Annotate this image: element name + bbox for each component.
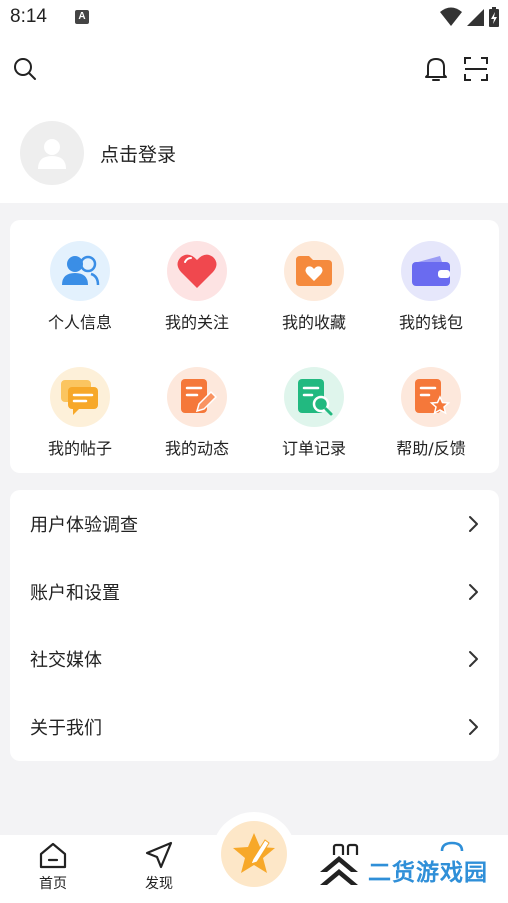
chevron-right-icon — [469, 650, 478, 667]
home-icon — [39, 842, 67, 869]
grid-item-profile-info[interactable]: 个人信息 — [20, 241, 140, 341]
center-publish-button[interactable] — [212, 812, 296, 896]
watermark-logo-icon — [320, 856, 358, 885]
wifi-icon — [440, 7, 462, 26]
notification-icon: A — [74, 10, 89, 24]
nav-home[interactable]: 首页 — [13, 841, 93, 893]
watermark-text: 二货游戏园 — [368, 860, 488, 886]
default-avatar-icon — [38, 139, 66, 169]
navigation-arrow-icon — [145, 841, 173, 869]
avatar[interactable] — [20, 121, 84, 185]
list-item-social-media[interactable]: 社交媒体 — [10, 625, 499, 692]
grid-item-activity[interactable]: 我的动态 — [137, 367, 257, 467]
edit-doc-icon — [167, 367, 227, 427]
nav-label-discover: 发现 — [145, 876, 173, 892]
search-icon[interactable] — [10, 54, 40, 84]
nav-discover[interactable]: 发现 — [119, 841, 199, 893]
chevron-right-icon — [469, 515, 478, 532]
list-label: 账户和设置 — [30, 582, 120, 604]
feature-grid: 个人信息 我的关注 我的收藏 我的钱包 我的帖子 我的动态 订单记录 帮助/反馈 — [10, 220, 499, 473]
bell-icon[interactable] — [421, 54, 451, 84]
status-bar: 8:14 A — [0, 0, 508, 34]
star-pen-icon — [221, 821, 287, 887]
battery-icon — [489, 7, 499, 27]
doc-star-icon — [401, 367, 461, 427]
watermark: 二货游戏园 — [316, 852, 488, 888]
nav-label-home: 首页 — [39, 876, 67, 892]
signal-icon — [467, 9, 484, 26]
grid-label: 我的关注 — [164, 313, 229, 332]
list-item-about-us[interactable]: 关于我们 — [10, 693, 499, 760]
grid-item-wallet[interactable]: 我的钱包 — [371, 241, 491, 341]
doc-search-icon — [284, 367, 344, 427]
settings-list: 用户体验调查 账户和设置 社交媒体 关于我们 — [10, 490, 499, 761]
grid-item-favorites[interactable]: 我的收藏 — [254, 241, 374, 341]
wallet-icon — [401, 241, 461, 301]
grid-item-help-feedback[interactable]: 帮助/反馈 — [371, 367, 491, 467]
chevron-right-icon — [469, 583, 478, 600]
status-time: 8:14 — [10, 6, 47, 27]
folder-heart-icon — [284, 241, 344, 301]
chevron-right-icon — [469, 718, 478, 735]
grid-label: 订单记录 — [281, 439, 346, 458]
grid-item-posts[interactable]: 我的帖子 — [20, 367, 140, 467]
heart-icon — [167, 241, 227, 301]
grid-label: 个人信息 — [47, 313, 112, 332]
grid-item-following[interactable]: 我的关注 — [137, 241, 257, 341]
grid-label: 帮助/反馈 — [396, 439, 466, 458]
grid-label: 我的钱包 — [398, 313, 463, 332]
profile-tab-icon[interactable] — [438, 841, 466, 851]
grid-item-orders[interactable]: 订单记录 — [254, 367, 374, 467]
user-group-icon — [50, 241, 110, 301]
login-link[interactable]: 点击登录 — [100, 140, 176, 167]
grid-label: 我的动态 — [164, 439, 229, 458]
list-label: 用户体验调查 — [30, 514, 138, 536]
list-item-user-survey[interactable]: 用户体验调查 — [10, 490, 499, 557]
list-label: 关于我们 — [30, 717, 102, 739]
status-indicators — [440, 6, 500, 28]
login-area[interactable]: 点击登录 — [20, 121, 176, 185]
top-toolbar — [0, 50, 508, 90]
scan-icon[interactable] — [461, 54, 491, 84]
grid-label: 我的帖子 — [47, 439, 112, 458]
list-label: 社交媒体 — [30, 649, 102, 671]
chat-icon — [50, 367, 110, 427]
grid-label: 我的收藏 — [281, 313, 346, 332]
list-item-account-settings[interactable]: 账户和设置 — [10, 558, 499, 625]
